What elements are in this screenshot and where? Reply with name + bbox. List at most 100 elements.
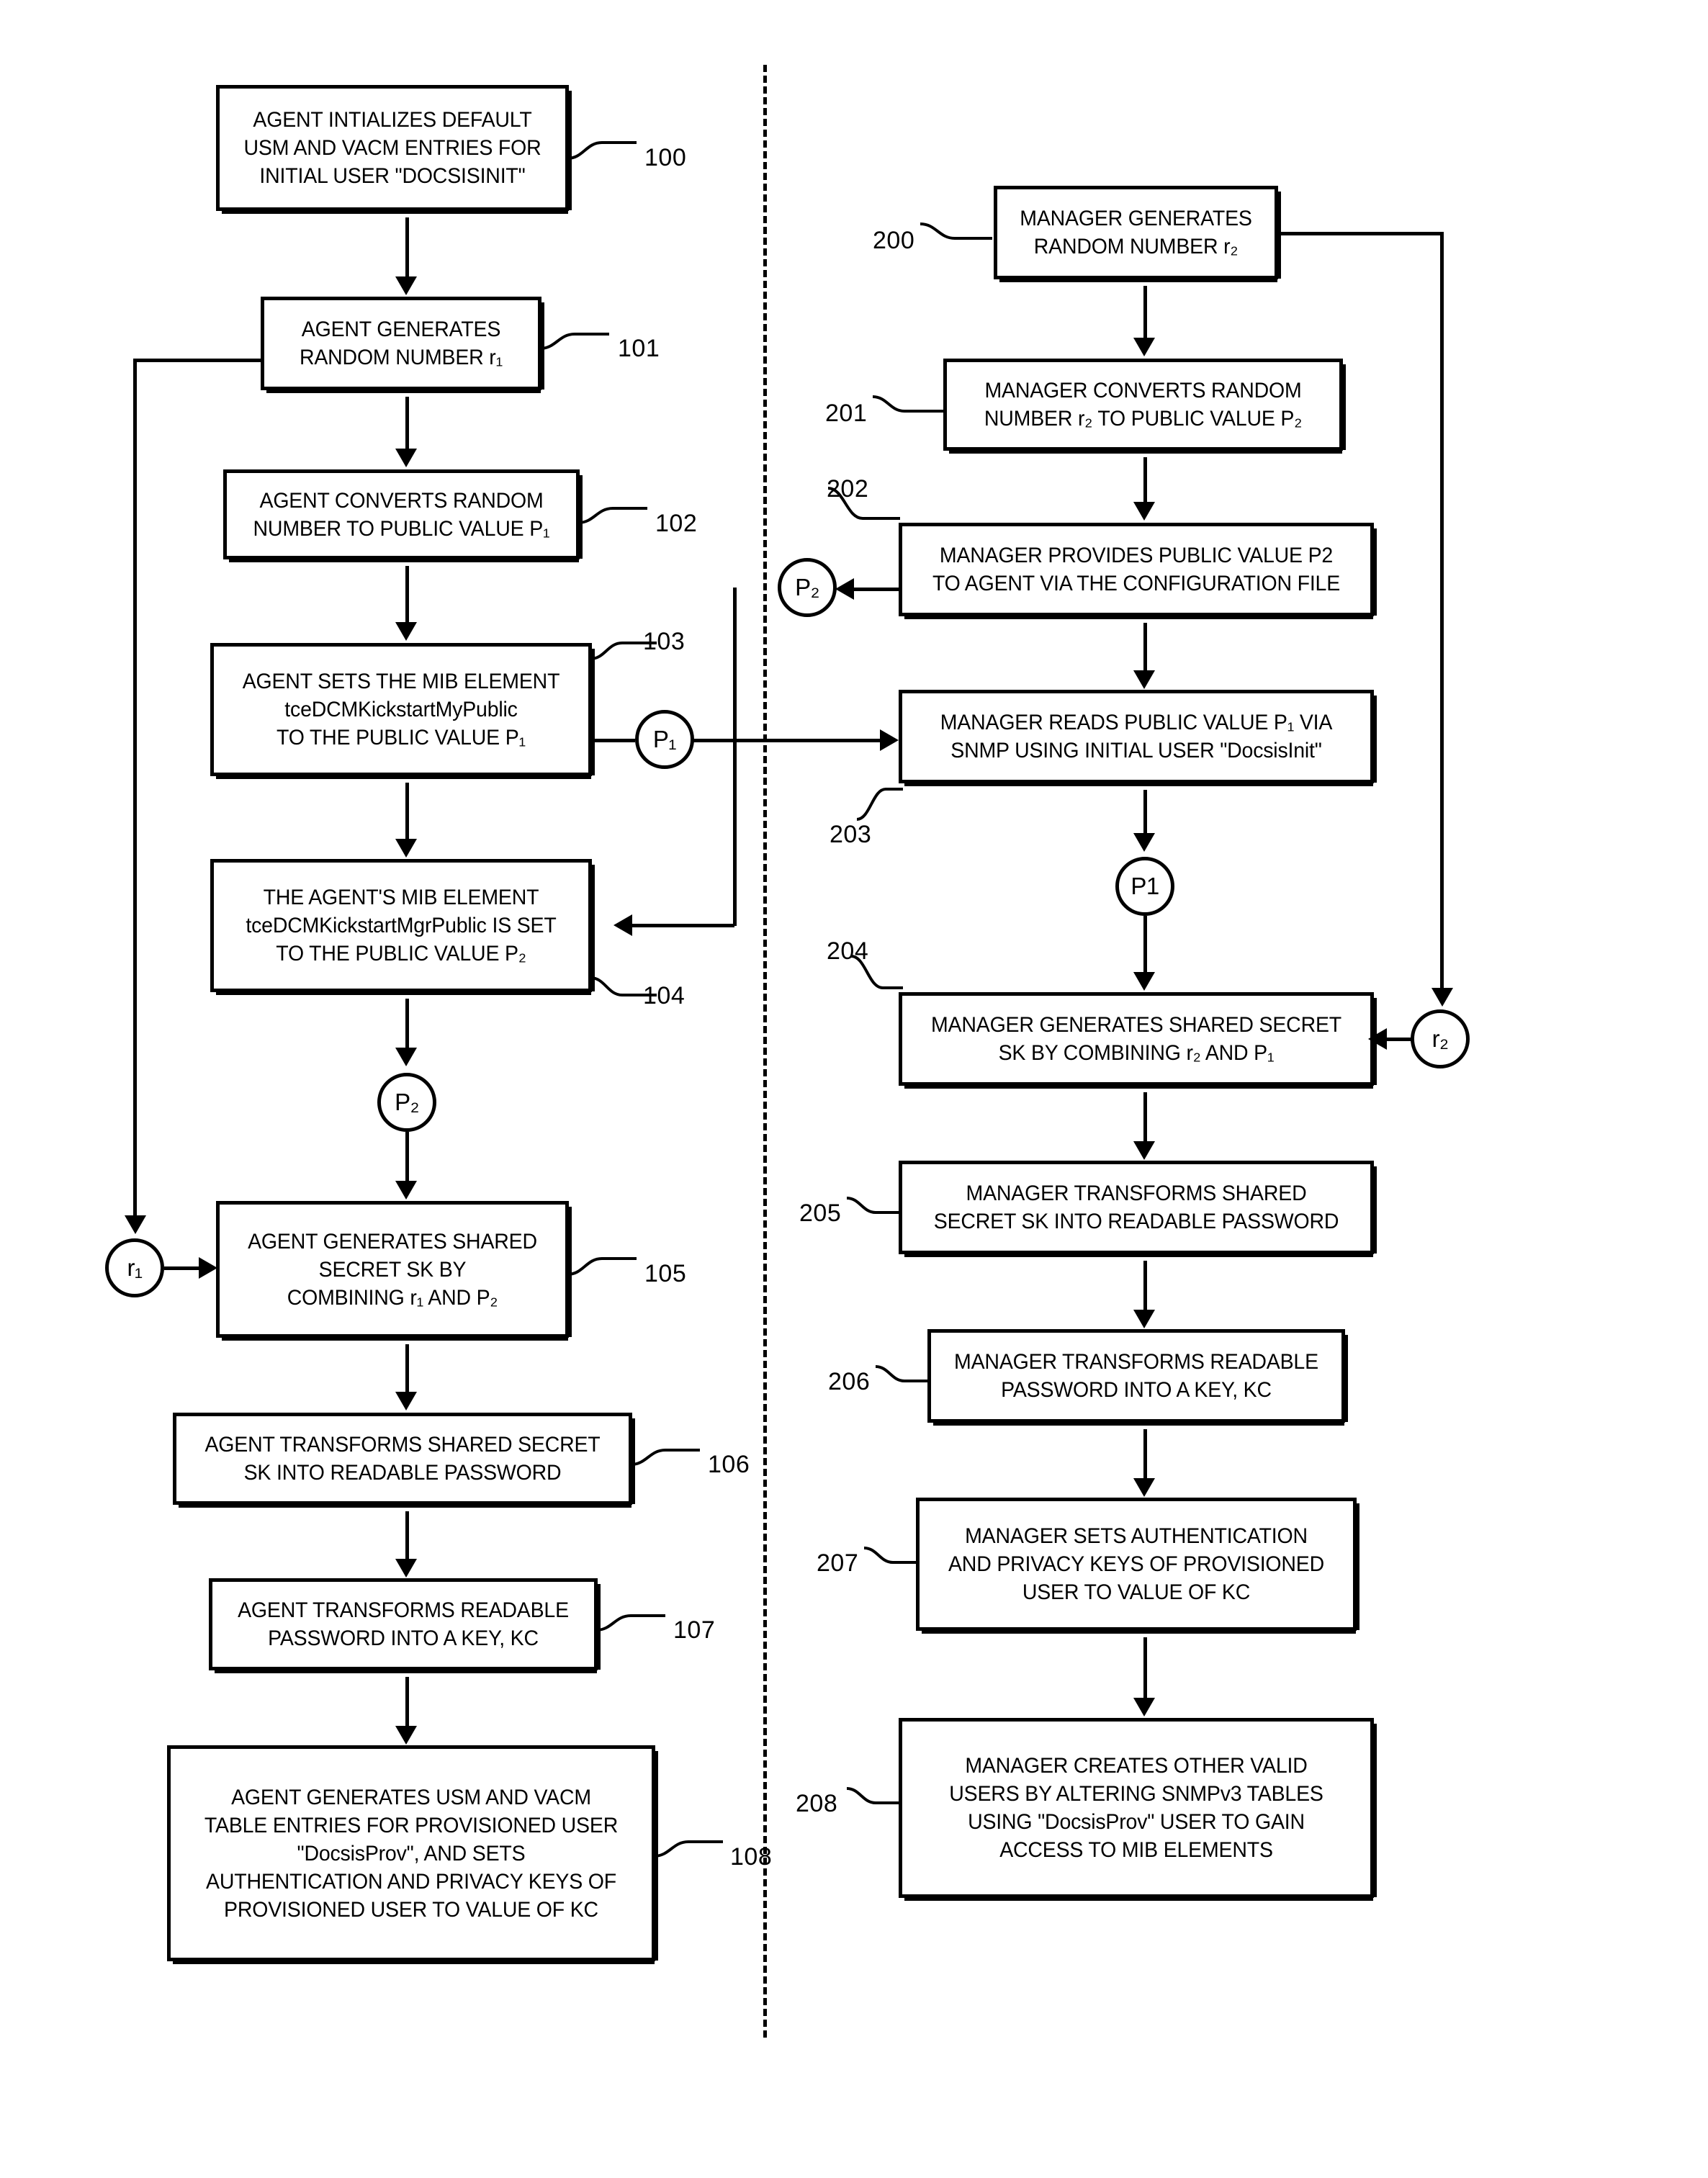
flow-step-105: AGENT GENERATES SHARED SECRET SK BY COMB… [216,1201,572,1341]
connector-circle-p2-right-label: P₂ [795,574,819,600]
leader-line-108 [653,1840,723,1858]
ref-numeral-203: 203 [830,821,872,848]
flow-step-205: MANAGER TRANSFORMS SHARED SECRET SK INTO… [899,1161,1377,1257]
arrowhead-r1-to-105 [199,1257,217,1279]
arrowhead-105-to-106 [395,1392,417,1410]
arrowhead-p2-into-104 [613,914,632,936]
connector-103-to-p1 [592,739,635,742]
arrowhead-r1-circle [125,1215,146,1234]
flow-step-204-text: MANAGER GENERATES SHARED SECRET SK BY CO… [930,1013,1341,1065]
ref-numeral-200: 200 [873,227,915,254]
flow-step-102: AGENT CONVERTS RANDOM NUMBER TO PUBLIC V… [223,469,583,562]
leader-line-207 [863,1547,919,1564]
arrowhead-200-to-r2 [1431,988,1453,1007]
arrowhead-p1-to-manager [880,729,899,751]
ref-numeral-201: 201 [825,400,868,427]
column-divider [763,65,767,2038]
connector-p2-into-104 [632,924,734,927]
connector-circle-p1-left-label: P₁ [652,726,677,752]
connector-r1-to-105 [164,1266,200,1270]
flow-step-203: MANAGER READS PUBLIC VALUE P₁ VIA SNMP U… [899,690,1377,786]
connector-101-to-102 [405,397,409,449]
arrowhead-106-to-107 [395,1559,417,1578]
ref-numeral-207: 207 [817,1549,859,1577]
flow-step-201: MANAGER CONVERTS RANDOM NUMBER r₂ TO PUB… [943,359,1346,454]
arrowhead-p2circle-to-105 [395,1181,417,1200]
connector-circle-r1: r₁ [105,1238,164,1297]
flow-step-207-text: MANAGER SETS AUTHENTICATION AND PRIVACY … [948,1524,1325,1604]
connector-102-to-103 [405,566,409,622]
flow-step-103-text: AGENT SETS THE MIB ELEMENT tceDCMKicksta… [242,670,560,750]
connector-105-to-106 [405,1344,409,1392]
leader-line-205 [846,1197,902,1214]
ref-numeral-101: 101 [618,335,660,362]
flow-step-202-text: MANAGER PROVIDES PUBLIC VALUE P2 TO AGEN… [932,544,1341,595]
connector-circle-p1-right-label: P1 [1131,873,1159,899]
flow-step-204: MANAGER GENERATES SHARED SECRET SK BY CO… [899,992,1377,1089]
leader-line-206 [875,1365,930,1382]
ref-numeral-100: 100 [644,144,687,171]
flow-step-101: AGENT GENERATES RANDOM NUMBER r₁ [261,297,544,393]
connector-p1-to-manager [693,739,880,742]
flow-step-108: AGENT GENERATES USM AND VACM TABLE ENTRI… [167,1745,658,1964]
connector-202-to-p2circle [854,588,900,591]
connector-101-feedback-down [133,359,137,1223]
arrowhead-203-to-p1circle [1133,833,1155,852]
leader-line-105 [567,1257,637,1276]
leader-line-102 [577,507,647,524]
connector-p2circle-to-105 [405,1132,409,1181]
leader-line-107 [595,1614,665,1632]
flow-step-101-text: AGENT GENERATES RANDOM NUMBER r₁ [299,318,503,369]
flow-step-207: MANAGER SETS AUTHENTICATION AND PRIVACY … [916,1498,1359,1634]
flow-step-205-text: MANAGER TRANSFORMS SHARED SECRET SK INTO… [933,1182,1339,1233]
ref-numeral-202: 202 [827,475,869,503]
connector-205-to-206 [1143,1261,1147,1310]
flow-step-202: MANAGER PROVIDES PUBLIC VALUE P2 TO AGEN… [899,523,1377,619]
flow-step-104: THE AGENT'S MIB ELEMENT tceDCMKickstartM… [210,859,595,995]
connector-100-to-101 [405,217,409,276]
flow-step-105-text: AGENT GENERATES SHARED SECRET SK BY COMB… [248,1229,537,1310]
flow-step-107-text: AGENT TRANSFORMS READABLE PASSWORD INTO … [238,1598,569,1650]
arrowhead-201-to-202 [1133,502,1155,521]
ref-numeral-103: 103 [643,628,686,655]
connector-p1circle-to-204 [1143,916,1147,972]
connector-circle-p1-right: P1 [1115,857,1174,916]
arrowhead-202-to-203 [1133,670,1155,689]
connector-103-to-104 [405,783,409,839]
flow-step-206-text: MANAGER TRANSFORMS READABLE PASSWORD INT… [954,1350,1318,1402]
ref-numeral-104: 104 [643,982,686,1009]
arrowhead-200-to-201 [1133,338,1155,356]
connector-200-to-r2-v [1440,232,1444,988]
flow-step-104-text: THE AGENT'S MIB ELEMENT tceDCMKickstartM… [246,886,557,966]
arrowhead-204-to-205 [1133,1141,1155,1160]
flow-step-106-text: AGENT TRANSFORMS SHARED SECRET SK INTO R… [204,1433,601,1485]
arrowhead-205-to-206 [1133,1310,1155,1328]
connector-circle-r1-label: r₁ [127,1254,143,1281]
connector-202-to-203 [1143,623,1147,670]
connector-206-to-207 [1143,1429,1147,1478]
leader-line-106 [630,1449,700,1466]
arrowhead-101-to-102 [395,449,417,467]
flow-step-200: MANAGER GENERATES RANDOM NUMBER r₂ [994,186,1281,282]
flow-step-107: AGENT TRANSFORMS READABLE PASSWORD INTO … [209,1578,601,1673]
connector-207-to-208 [1143,1637,1147,1698]
arrowhead-102-to-103 [395,622,417,641]
patent-flowchart-figure: AGENT INTIALIZES DEFAULT USM AND VACM EN… [0,0,1708,2178]
arrowhead-100-to-101 [395,276,417,295]
ref-numeral-106: 106 [708,1451,750,1478]
connector-circle-r2-label: r₂ [1431,1025,1449,1052]
connector-circle-r2: r₂ [1411,1009,1470,1068]
leader-line-201 [872,395,943,413]
leader-line-208 [846,1787,902,1804]
leader-line-101 [539,333,609,350]
ref-numeral-105: 105 [644,1260,687,1287]
connector-200-to-201 [1143,286,1147,338]
connector-200-to-r2-h [1278,232,1444,235]
arrowhead-107-to-108 [395,1726,417,1745]
connector-201-to-202 [1143,457,1147,502]
ref-numeral-205: 205 [799,1200,842,1227]
flow-step-108-text: AGENT GENERATES USM AND VACM TABLE ENTRI… [204,1785,619,1922]
flow-step-200-text: MANAGER GENERATES RANDOM NUMBER r₂ [1020,207,1252,258]
ref-numeral-206: 206 [828,1368,871,1395]
ref-numeral-107: 107 [673,1616,716,1644]
